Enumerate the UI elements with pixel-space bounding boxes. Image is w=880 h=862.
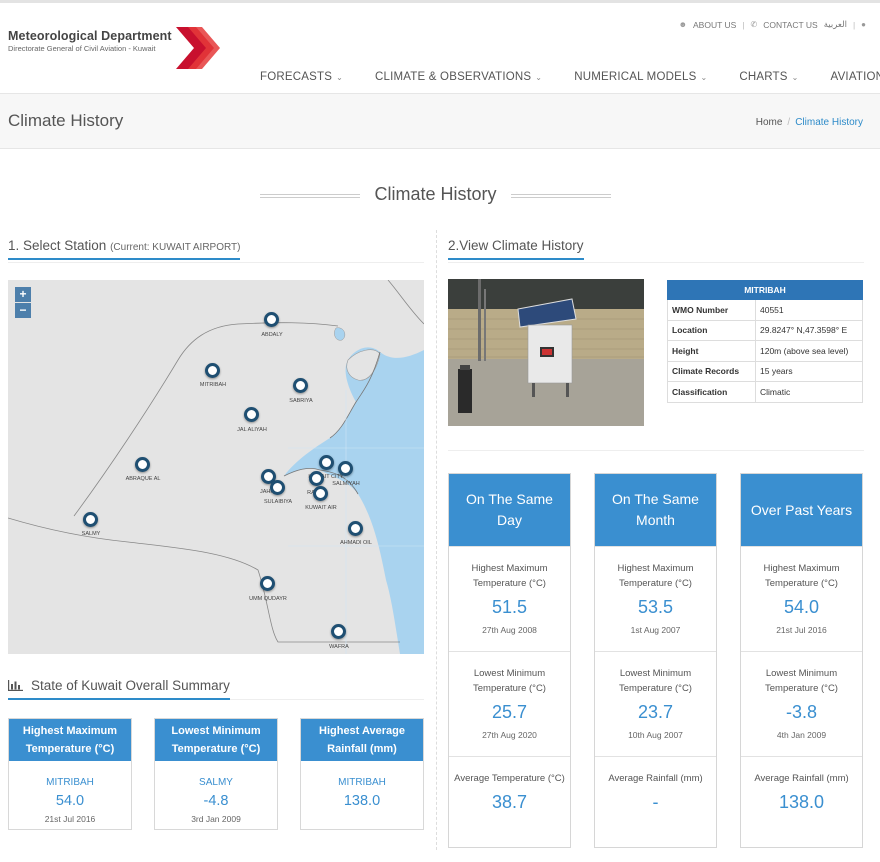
nav-aviation[interactable]: AVIATION⌄ (831, 71, 880, 83)
history-cell: Lowest Minimum Temperature (°C) 25.7 27t… (449, 651, 570, 756)
view-history-heading: 2.View Climate History (448, 238, 584, 260)
station-marker-wafra[interactable] (331, 624, 346, 639)
history-col-same-month: On The Same Month Highest Maximum Temper… (594, 473, 717, 848)
history-cell: Highest Maximum Temperature (°C) 53.5 1s… (595, 546, 716, 651)
nav-forecasts[interactable]: FORECASTS ⌄ (260, 71, 343, 83)
history-cell: Lowest Minimum Temperature (°C) 23.7 10t… (595, 651, 716, 756)
history-col-past-years: Over Past Years Highest Maximum Temperat… (740, 473, 863, 848)
station-marker-umm-qudayr[interactable] (260, 576, 275, 591)
history-cell: Highest Maximum Temperature (°C) 54.0 21… (741, 546, 862, 651)
section-title: Climate History (260, 184, 611, 205)
station-marker-kuwait-city[interactable] (319, 455, 334, 470)
history-cell: Highest Maximum Temperature (°C) 51.5 27… (449, 546, 570, 651)
map-canvas (8, 280, 424, 654)
history-cell: Average Rainfall (mm) 138.0 (741, 756, 862, 861)
main-nav: FORECASTS ⌄ CLIMATE & OBSERVATIONS ⌄ NUMER… (260, 71, 880, 83)
history-cell: Average Temperature (°C) 38.7 (449, 756, 570, 861)
page-title-bar: Climate History Home / Climate History (0, 93, 880, 149)
station-label: SULAIBIYA (263, 499, 293, 505)
breadcrumb-current: Climate History (795, 117, 863, 128)
zoom-in-button[interactable]: + (15, 287, 31, 302)
station-marker-abdaly[interactable] (264, 312, 279, 327)
station-marker-mitribah[interactable] (205, 363, 220, 378)
station-marker-sulaibiya[interactable] (270, 480, 285, 495)
breadcrumb-home[interactable]: Home (756, 117, 783, 128)
station-marker-sabriya[interactable] (293, 378, 308, 393)
chevron-down-icon: ⌄ (791, 73, 799, 82)
column-divider (436, 230, 437, 850)
station-marker-ahmadi-oil[interactable] (348, 521, 363, 536)
history-cell: Lowest Minimum Temperature (°C) -3.8 4th… (741, 651, 862, 756)
station-label: JAL ALIYAH (237, 427, 267, 433)
breadcrumb: Home / Climate History (755, 117, 863, 128)
nav-charts[interactable]: CHARTS ⌄ (739, 71, 798, 83)
chevron-down-icon: ⌄ (700, 73, 708, 82)
station-marker-kuwait-airport[interactable] (313, 486, 328, 501)
station-label: AHMADI OIL (340, 540, 372, 546)
station-map[interactable]: + − ABDALY MITRIBAH SABRIYA JAL ALIYAH A… (8, 280, 424, 654)
station-info-table: MITRIBAH WMO Number 40551 Location 29.8247… (667, 280, 863, 403)
summary-card-highest-max: Highest Maximum Temperature (°C) MITRIBA… (8, 718, 132, 830)
contact-us-link[interactable]: CONTACT US (763, 20, 817, 30)
logo-chevron-icon (176, 27, 220, 69)
summary-card-lowest-min: Lowest Minimum Temperature (°C) SALMY -4… (154, 718, 278, 830)
summary-heading: State of Kuwait Overall Summary (8, 678, 230, 700)
station-marker-salmy[interactable] (83, 512, 98, 527)
nav-numerical-models[interactable]: NUMERICAL MODELS ⌄ (574, 71, 707, 83)
station-name: MITRIBAH (667, 280, 863, 300)
history-col-same-day: On The Same Day Highest Maximum Temperat… (448, 473, 571, 848)
station-label: SABRIYA (289, 398, 313, 404)
station-marker-rabiya[interactable] (309, 471, 324, 486)
select-station-heading: 1. Select Station (Current: KUWAIT AIRPO… (8, 238, 241, 260)
user-icon: ☻ (678, 20, 688, 29)
arabic-link[interactable]: العربية (824, 19, 847, 30)
station-label: WAFRA (329, 644, 349, 650)
globe-icon[interactable]: ● (861, 20, 866, 29)
chevron-down-icon: ⌄ (535, 73, 543, 82)
station-marker-jal-aliyah[interactable] (244, 407, 259, 422)
station-photo (448, 279, 644, 426)
station-marker-salmiyah[interactable] (338, 461, 353, 476)
nav-climate-observations[interactable]: CLIMATE & OBSERVATIONS ⌄ (375, 71, 542, 83)
station-label: SALMIYAH (332, 481, 360, 487)
phone-icon: ✆ (750, 20, 758, 29)
about-us-link[interactable]: ABOUT US (693, 20, 736, 30)
summary-card-highest-rainfall: Highest Average Rainfall (mm) MITRIBAH 1… (300, 718, 424, 830)
station-label: SALMY (81, 531, 101, 537)
site-header: Meteorological Department Directorate Ge… (0, 3, 880, 93)
bar-chart-icon (8, 680, 23, 691)
station-label: MITRIBAH (199, 382, 227, 388)
station-label: KUWAIT AIR (305, 505, 337, 511)
station-marker-abraque-al[interactable] (135, 457, 150, 472)
map-zoom-controls: + − (15, 287, 31, 319)
logo-title: Meteorological Department (8, 29, 172, 43)
chevron-down-icon: ⌄ (336, 73, 343, 82)
history-cell: Average Rainfall (mm) - (595, 756, 716, 861)
logo[interactable]: Meteorological Department Directorate Ge… (8, 29, 172, 53)
zoom-out-button[interactable]: − (15, 303, 31, 318)
station-label: ABRAQUE AL (125, 476, 161, 482)
logo-subtitle: Directorate General of Civil Aviation - … (8, 44, 156, 53)
station-label: ABDALY (261, 332, 283, 338)
station-label: UMM QUDAYR (249, 596, 287, 602)
page-title: Climate History (8, 111, 124, 130)
utility-links: ☻ ABOUT US | ✆ CONTACT US العربية | ● (678, 19, 866, 30)
